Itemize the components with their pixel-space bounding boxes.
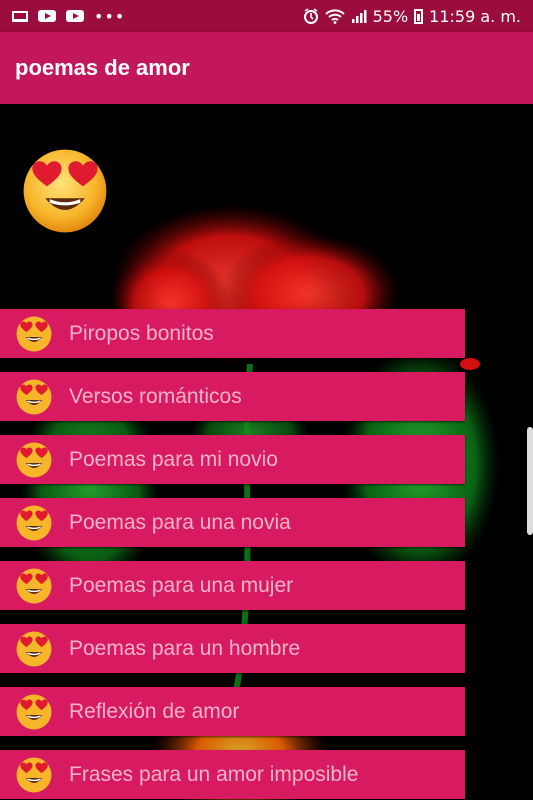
heart-eyes-emoji-icon [16,379,52,414]
more-dots-icon: ••• [94,6,126,26]
youtube-icon [66,10,84,22]
menu-item-label: Poemas para un hombre [69,636,301,660]
menu-item-label: Poemas para mi novio [69,447,278,471]
main-content: Piropos bonitos Versos románticos Poemas… [0,104,533,800]
menu-item-poemas-una-novia[interactable]: Poemas para una novia [0,498,465,547]
wifi-icon [324,9,345,24]
menu-item-poemas-una-mujer[interactable]: Poemas para una mujer [0,561,465,610]
menu-item-label: Frases para un amor imposible [69,762,359,786]
status-time: 11:59 a. m. [429,6,521,26]
menu-item-label: Reflexión de amor [69,699,240,723]
status-right-icons: 55% 11:59 a. m. [303,7,533,26]
signal-icon [351,10,367,23]
alarm-icon [303,8,318,24]
youtube-icon [38,10,56,22]
app-title: poemas de amor [15,55,190,80]
heart-eyes-emoji-icon [23,149,107,233]
heart-eyes-emoji-icon [16,505,52,540]
menu-item-frases-amor-imposible[interactable]: Frases para un amor imposible [0,750,465,799]
menu-item-poemas-un-hombre[interactable]: Poemas para un hombre [0,624,465,673]
laptop-icon [12,10,28,22]
menu-item-label: Poemas para una mujer [69,573,294,597]
battery-icon [414,8,424,24]
menu-item-label: Piropos bonitos [69,321,214,345]
heart-eyes-emoji-icon [16,568,52,603]
heart-eyes-emoji-icon [16,757,52,792]
heart-eyes-emoji-icon [16,694,52,729]
app-bar: poemas de amor [0,32,533,104]
battery-percent: 55% [372,6,409,26]
menu-item-poemas-mi-novio[interactable]: Poemas para mi novio [0,435,465,484]
heart-eyes-emoji-icon [16,316,52,351]
scrollbar[interactable] [527,427,533,535]
menu-item-versos-romanticos[interactable]: Versos románticos [0,372,465,421]
menu-item-reflexion-de-amor[interactable]: Reflexión de amor [0,687,465,736]
status-left-icons: ••• [0,7,125,26]
menu-item-piropos-bonitos[interactable]: Piropos bonitos [0,309,465,358]
menu-item-label: Versos románticos [69,384,242,408]
heart-eyes-emoji-icon [16,631,52,666]
menu-item-label: Poemas para una novia [69,510,291,534]
heart-eyes-emoji-icon [16,442,52,477]
status-bar: ••• 55% 11:59 a. m. [0,0,533,32]
